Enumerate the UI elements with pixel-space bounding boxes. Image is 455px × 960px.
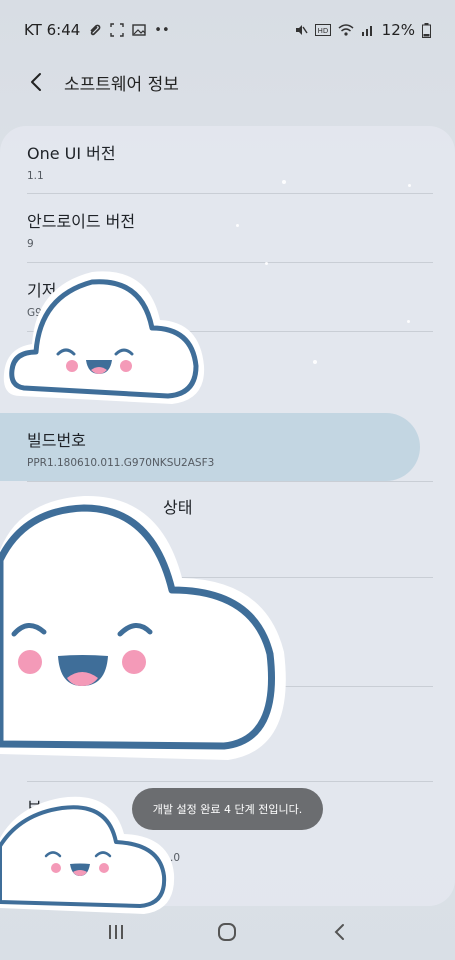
snow-dot xyxy=(313,360,317,364)
battery-percent: 12% xyxy=(381,21,415,39)
app-header: 소프트웨어 정보 xyxy=(0,60,455,104)
back-button[interactable] xyxy=(319,912,359,952)
divider xyxy=(27,262,433,263)
item-value: 1.1 xyxy=(27,170,44,182)
screenshot-icon xyxy=(110,23,124,37)
snow-dot xyxy=(407,320,410,323)
divider xyxy=(27,193,433,194)
snow-dot xyxy=(408,184,411,187)
list-item-android-version[interactable]: 안드로이드 버전 9 xyxy=(0,212,455,250)
toast-message: 개발 설정 완료 4 단계 전입니다. xyxy=(132,788,323,830)
more-notifications-icon: •• xyxy=(154,22,170,38)
signal-icon xyxy=(361,26,372,36)
item-value: 9 xyxy=(27,238,34,250)
item-title: 빌드번호 xyxy=(27,431,86,450)
mute-icon xyxy=(295,25,308,35)
navigation-bar xyxy=(0,904,455,960)
divider xyxy=(27,481,433,482)
page-title: 소프트웨어 정보 xyxy=(64,74,179,95)
item-title: 안드로이드 버전 xyxy=(27,212,136,231)
svg-text:HD: HD xyxy=(317,27,328,35)
home-button[interactable] xyxy=(207,912,247,952)
hd-voice-icon: HD xyxy=(314,24,331,36)
status-bar: KT 6:44 •• HD 12% xyxy=(0,0,455,60)
home-icon xyxy=(218,923,237,941)
carrier-time: KT 6:44 xyxy=(24,21,81,39)
cloud-sticker-middle xyxy=(0,495,286,760)
list-item-build-number[interactable]: 빌드번호 PPR1.180610.011.G970NKSU2ASF3 xyxy=(0,431,455,469)
toast-text: 개발 설정 완료 4 단계 전입니다. xyxy=(152,803,303,816)
item-value: .0 xyxy=(170,852,181,864)
battery-icon xyxy=(422,22,431,38)
list-item-one-ui-version[interactable]: One UI 버전 1.1 xyxy=(0,144,455,182)
divider xyxy=(27,781,433,782)
recent-apps-button[interactable] xyxy=(96,912,136,952)
paperclip-icon xyxy=(90,24,101,36)
recent-apps-icon xyxy=(108,925,123,939)
wifi-icon xyxy=(338,24,354,36)
back-icon xyxy=(334,924,345,940)
item-value: PPR1.180610.011.G970NKSU2ASF3 xyxy=(27,457,215,469)
cloud-sticker-top xyxy=(3,271,205,404)
snow-dot xyxy=(282,180,286,184)
gallery-icon xyxy=(132,24,146,36)
item-value: 9 xyxy=(187,368,455,380)
snow-dot xyxy=(265,262,268,265)
snow-dot xyxy=(236,224,239,227)
back-arrow-icon[interactable] xyxy=(26,70,46,94)
item-title: One UI 버전 xyxy=(27,144,116,163)
